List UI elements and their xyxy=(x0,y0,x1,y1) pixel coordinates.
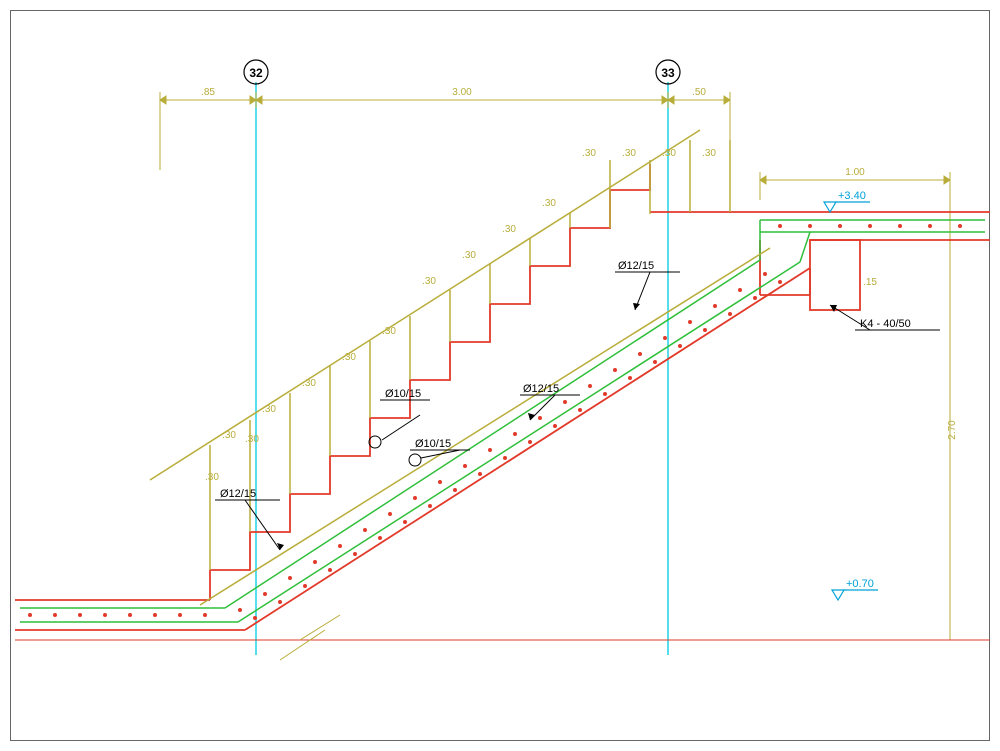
svg-text:.30: .30 xyxy=(622,148,636,159)
svg-text:.30: .30 xyxy=(702,148,716,159)
tread-dims: .30 .30 .30 .30 .30 .30 .30 .30 .30 .30 … xyxy=(222,148,716,441)
gridline-32-label: 32 xyxy=(249,66,263,80)
label-stirrup-lower: Ø10/15 xyxy=(415,438,451,450)
concrete-outline xyxy=(15,164,990,640)
rebar-dots xyxy=(28,224,962,620)
svg-text:.30: .30 xyxy=(422,276,436,287)
elev-top xyxy=(824,202,870,212)
dim-total-rise: 2.70 xyxy=(947,420,958,440)
dim-slab-thickness xyxy=(280,615,340,660)
dim-risers: .30 .30 xyxy=(205,434,259,483)
balustrade-guides xyxy=(150,130,770,605)
label-bottom-main: Ø12/15 xyxy=(220,488,256,500)
gridlines: 32 33 xyxy=(244,60,680,655)
elev-bottom xyxy=(832,590,878,600)
dim-landing-overhang: 1.00 xyxy=(845,167,865,178)
elev-top-label: +3.40 xyxy=(838,190,866,202)
dim-slab-t: .15 xyxy=(863,277,877,288)
gridline-33-label: 33 xyxy=(661,66,675,80)
svg-text:.30: .30 xyxy=(662,148,676,159)
callout-landing-main xyxy=(615,272,680,310)
svg-text:.30: .30 xyxy=(205,472,219,483)
elev-bottom-label: +0.70 xyxy=(846,578,874,590)
svg-text:.30: .30 xyxy=(342,352,356,363)
label-landing-main: Ø12/15 xyxy=(618,260,654,272)
svg-text:.30: .30 xyxy=(582,148,596,159)
svg-text:.30: .30 xyxy=(262,404,276,415)
svg-text:.30: .30 xyxy=(502,224,516,235)
dim-right-ext: .50 xyxy=(692,87,706,98)
dim-span: 3.00 xyxy=(452,87,472,98)
svg-text:.30: .30 xyxy=(302,378,316,389)
svg-text:.30: .30 xyxy=(382,326,396,337)
dimension-chain-top xyxy=(160,92,730,170)
label-top-main: Ø12/15 xyxy=(523,383,559,395)
dim-left-ext: .85 xyxy=(201,87,215,98)
dim-landing xyxy=(760,172,950,640)
svg-text:.30: .30 xyxy=(542,198,556,209)
svg-text:.30: .30 xyxy=(222,430,236,441)
svg-text:.30: .30 xyxy=(462,250,476,261)
rebar-lines xyxy=(20,220,985,622)
drawing-page: 32 33 .85 3.00 .50 xyxy=(0,0,1000,751)
svg-text:.30: .30 xyxy=(245,434,259,445)
stair-section-svg: 32 33 .85 3.00 .50 xyxy=(0,0,1000,751)
label-beam: K4 - 40/50 xyxy=(860,318,911,330)
label-stirrup-upper: Ø10/15 xyxy=(385,388,421,400)
callout-stirrup-lower xyxy=(409,450,470,466)
